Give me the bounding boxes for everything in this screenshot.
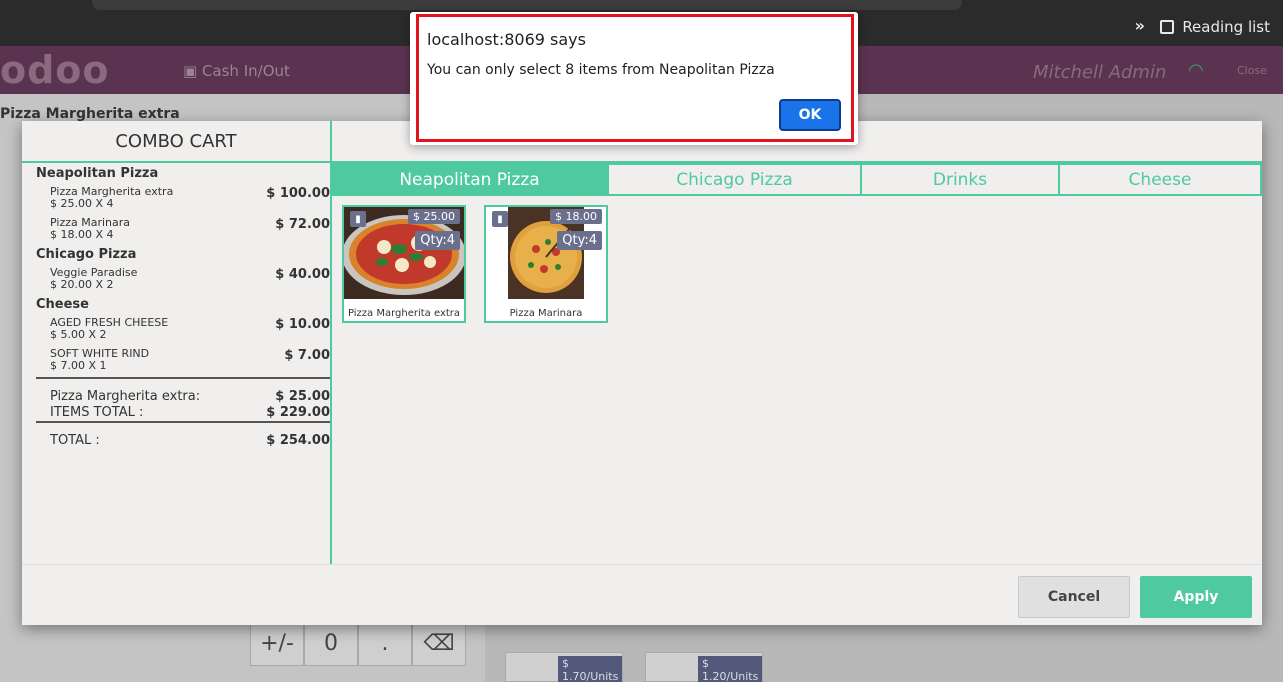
cart-items-total-value: $ 229.00 bbox=[266, 405, 330, 420]
alert-ok-button[interactable]: OK bbox=[779, 99, 841, 131]
product-card[interactable]: ▮ $ 25.00 Qty:4 Pizza Margherita extra bbox=[342, 205, 466, 323]
trash-icon[interactable]: ▮ bbox=[350, 211, 366, 227]
product-tile-price: $ 1.20/Units bbox=[698, 656, 763, 682]
tab-cheese[interactable]: Cheese bbox=[1060, 163, 1262, 196]
wifi-icon: ◠ bbox=[1188, 60, 1204, 81]
cart-line: AGED FRESH CHEESE $ 5.00 X 2 $ 10.00 bbox=[36, 313, 330, 344]
combo-cart-title: COMBO CART bbox=[22, 121, 330, 163]
cart-line-price: $ 40.00 bbox=[275, 267, 330, 282]
tab-chicago-pizza[interactable]: Chicago Pizza bbox=[609, 163, 862, 196]
reading-list-label: Reading list bbox=[1182, 18, 1270, 36]
cart-line-price: $ 100.00 bbox=[266, 186, 330, 201]
numpad-zero-key[interactable]: 0 bbox=[304, 620, 358, 666]
cart-group-name: Cheese bbox=[36, 297, 89, 312]
cart-base-row: Pizza Margherita extra: $ 25.00 bbox=[36, 389, 330, 405]
combo-categories: Neapolitan Pizza Chicago Pizza Drinks Ch… bbox=[332, 121, 1262, 564]
cash-in-out-label: Cash In/Out bbox=[201, 62, 290, 80]
combo-footer: Cancel Apply bbox=[22, 564, 1262, 625]
product-card[interactable]: ▮ $ 18.00 Qty:4 Pizza Marinara bbox=[484, 205, 608, 323]
cart-total-row: TOTAL : $ 254.00 bbox=[36, 433, 330, 449]
numpad-sign-key[interactable]: +/- bbox=[250, 620, 304, 666]
user-name[interactable]: Mitchell Admin bbox=[1033, 62, 1166, 83]
numpad-backspace-key[interactable]: ⌫ bbox=[412, 620, 466, 666]
cart-items-total-label: ITEMS TOTAL : bbox=[50, 405, 144, 420]
product-qty-tag: Qty:4 bbox=[415, 231, 460, 250]
alert-message: You can only select 8 items from Neapoli… bbox=[427, 62, 775, 78]
product-tile[interactable]: $ 1.70/Units bbox=[505, 652, 623, 682]
category-tabs: Neapolitan Pizza Chicago Pizza Drinks Ch… bbox=[332, 163, 1262, 196]
cart-group-name: Chicago Pizza bbox=[36, 247, 137, 262]
cart-group-name: Neapolitan Pizza bbox=[36, 166, 159, 181]
combo-popup: COMBO CART Neapolitan Pizza Pizza Marghe… bbox=[22, 121, 1262, 625]
cart-divider bbox=[36, 377, 330, 379]
product-name: Pizza Margherita extra bbox=[347, 308, 461, 319]
cart-total-label: TOTAL : bbox=[50, 433, 100, 448]
cart-line-price: $ 7.00 bbox=[284, 348, 330, 363]
cash-in-out-button[interactable]: ▣ Cash In/Out bbox=[183, 62, 290, 80]
product-grid: ▮ $ 25.00 Qty:4 Pizza Margherita extra ▮… bbox=[342, 205, 608, 323]
cancel-button[interactable]: Cancel bbox=[1018, 576, 1130, 618]
cart-items-total-row: ITEMS TOTAL : $ 229.00 bbox=[36, 405, 330, 421]
cart-line-price: $ 72.00 bbox=[275, 217, 330, 232]
product-tile[interactable]: $ 1.20/Units bbox=[645, 652, 763, 682]
order-line-title: Pizza Margherita extra bbox=[0, 106, 180, 122]
numpad-dot-key[interactable]: . bbox=[358, 620, 412, 666]
apply-button[interactable]: Apply bbox=[1140, 576, 1252, 618]
cart-line-price: $ 10.00 bbox=[275, 317, 330, 332]
product-name: Pizza Marinara bbox=[509, 308, 583, 319]
trash-icon[interactable]: ▮ bbox=[492, 211, 508, 227]
cash-icon: ▣ bbox=[183, 62, 202, 80]
numpad: +/- 0 . ⌫ bbox=[250, 620, 466, 666]
cart-line: SOFT WHITE RIND $ 7.00 X 1 $ 7.00 bbox=[36, 344, 330, 375]
alert-title: localhost:8069 says bbox=[427, 30, 586, 49]
tab-neapolitan-pizza[interactable]: Neapolitan Pizza bbox=[332, 163, 609, 196]
cart-base-label: Pizza Margherita extra: bbox=[50, 389, 201, 404]
cart-divider bbox=[36, 421, 330, 423]
reading-list-button[interactable]: Reading list bbox=[1160, 18, 1270, 36]
tab-drinks[interactable]: Drinks bbox=[862, 163, 1060, 196]
address-bar[interactable] bbox=[92, 0, 962, 10]
product-price-tag: $ 18.00 bbox=[550, 209, 602, 224]
product-price-tag: $ 25.00 bbox=[408, 209, 460, 224]
cart-line: Pizza Marinara $ 18.00 X 4 $ 72.00 bbox=[36, 213, 330, 244]
cart-total-value: $ 254.00 bbox=[266, 433, 330, 448]
odoo-logo: odoo bbox=[0, 48, 110, 92]
reading-list-icon bbox=[1160, 20, 1175, 34]
combo-cart-body: Neapolitan Pizza Pizza Margherita extra … bbox=[22, 166, 330, 449]
product-tile-price: $ 1.70/Units bbox=[558, 656, 623, 682]
close-button[interactable]: Close bbox=[1237, 64, 1267, 77]
product-qty-tag: Qty:4 bbox=[557, 231, 602, 250]
cart-base-value: $ 25.00 bbox=[275, 389, 330, 404]
cart-line: Veggie Paradise $ 20.00 X 2 $ 40.00 bbox=[36, 263, 330, 294]
combo-cart: COMBO CART Neapolitan Pizza Pizza Marghe… bbox=[22, 121, 332, 564]
cart-line: Pizza Margherita extra $ 25.00 X 4 $ 100… bbox=[36, 182, 330, 213]
bookmarks-overflow-icon[interactable]: » bbox=[1135, 16, 1145, 35]
